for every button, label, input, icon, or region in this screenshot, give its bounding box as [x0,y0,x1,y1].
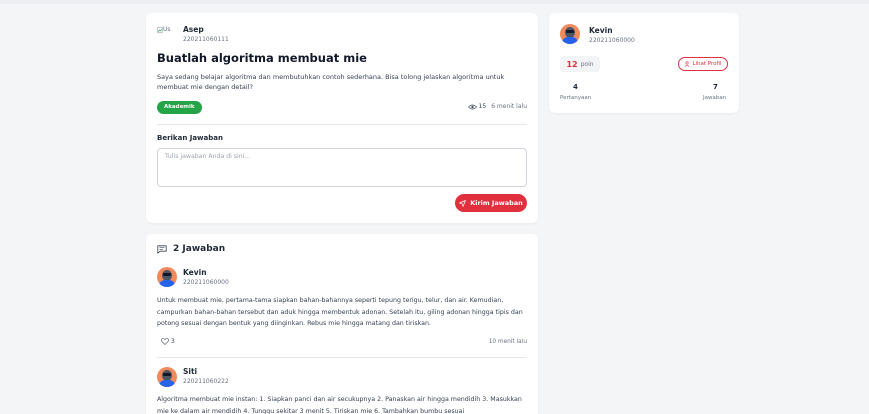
answers-header: 2 Jawaban [157,244,225,254]
answers-label: Jawaban [703,95,727,101]
question-meta: 15 6 menit lalu [467,103,527,110]
question-body: Saya sedang belajar algoritma dan membut… [157,73,505,91]
profile-name: Kevin [589,26,613,35]
points-number: 12 [566,59,578,69]
question-card: Us Asep 220211060111 Buatlah algoritma m… [146,13,538,223]
question-title: Buatlah algoritma membuat mie [157,51,367,65]
answer-avatar [157,267,177,287]
answer-time: 10 menit lalu [488,339,527,345]
answer-author-name[interactable]: Siti [183,367,197,376]
answers-count-label: 2 Jawaban [173,244,226,254]
category-badge[interactable]: Akademik [157,101,202,114]
answer-author-name[interactable]: Kevin [183,268,207,277]
questions-count: 4 [573,83,578,91]
submit-answer-button[interactable]: Kirim Jawaban [455,194,527,212]
answer-text: Untuk membuat mie, pertama-tama siapkan … [157,297,523,327]
like-button[interactable]: 3 [161,338,175,345]
views-number: 15 [478,103,487,110]
avatar-alt-text: Us [163,26,171,33]
questions-label: Pertanyaan [560,95,592,101]
submit-answer-label: Kirim Jawaban [470,199,523,207]
answer-text: Algoritma membuat mie instan: 1. Siapkan… [157,396,522,414]
author-avatar-broken-image: Us [157,26,177,40]
question-author-name[interactable]: Asep [183,25,204,34]
question-author-nim: 220211060111 [183,36,229,43]
comment-icon [157,244,167,254]
eye-icon [467,104,477,109]
points-box: 12 poin [560,56,600,72]
answer-textarea[interactable] [157,148,527,187]
answer-author-nim: 220211060000 [183,279,229,286]
top-bar [0,0,869,4]
view-profile-button[interactable]: Lihat Profil [678,57,728,71]
question-time: 6 menit lalu [491,103,527,110]
answer-author-nim: 220211060222 [183,378,229,385]
views-count: 15 [467,103,487,110]
user-icon [685,61,690,67]
profile-nim: 220211060000 [589,37,635,44]
answers-count: 7 [713,83,718,91]
divider [157,124,527,125]
heart-icon [161,338,169,345]
profile-card: Kevin 220211060000 12 poin Lihat Profil … [549,13,739,113]
divider [157,357,527,358]
profile-avatar [560,24,580,44]
points-label: poin [580,60,594,68]
send-icon [459,199,467,207]
answer-avatar [157,367,177,387]
answers-card: 2 Jawaban Kevin 220211060000 Untuk membu… [146,234,538,414]
answer-form-label: Berikan Jawaban [157,134,223,142]
like-count: 3 [171,338,175,345]
view-profile-label: Lihat Profil [692,61,722,67]
